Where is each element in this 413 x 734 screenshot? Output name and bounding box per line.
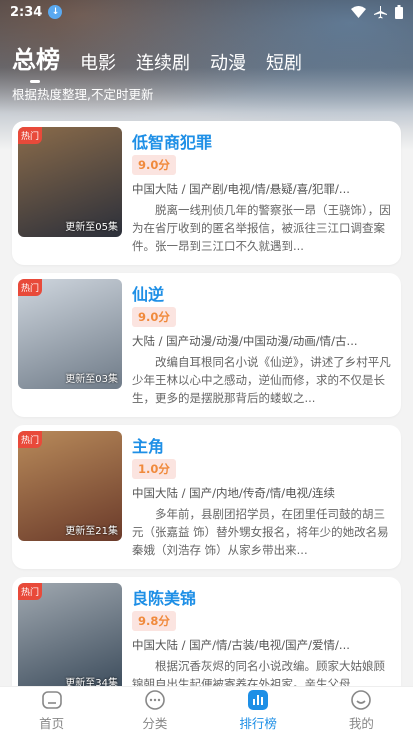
nav-item-0[interactable]: 首页 (0, 687, 103, 734)
battery-icon (395, 5, 403, 19)
home-icon (41, 689, 63, 711)
tab-0[interactable]: 总榜 (12, 40, 60, 83)
nav-item-2[interactable]: 排行榜 (207, 687, 310, 734)
item-tags: 中国大陆 / 国产/情/古装/电视/国产/爱情/... (132, 638, 350, 652)
item-info: 主角 1.0分中国大陆 / 国产/内地/传奇/情/电视/连续多年前，县剧团招学员，… (132, 431, 395, 563)
poster-image[interactable]: 热门更新至21集 (18, 431, 122, 541)
ranking-item[interactable]: 热门 更新至21集 主角 1.0分 中国大陆 / 国产/内地/传奇/情/电视/连续 多年前… (12, 425, 401, 569)
poster-image[interactable]: 热门 更新至34集 (18, 583, 122, 693)
ranking-list: 热门 更新至05集 低智商犯罪 9.0分 中国大陆 / 国产剧/电视/情/悬疑/喜/犯罪… (12, 121, 401, 729)
nav-item-1[interactable]: 分类 (103, 687, 206, 734)
nav-label: 分类 (142, 716, 168, 731)
tab-3[interactable]: 动漫 (210, 49, 246, 75)
episode-label: 更新至05集 (65, 222, 118, 233)
item-title[interactable]: 主角 (132, 433, 395, 456)
episode-label: 更新至03集 (65, 374, 118, 385)
item-description: 脱离一线刑侦几年的警察张一昂（王骁饰），因为在省厅收到的匿名举报信，被派往三江口… (132, 203, 391, 253)
item-description: 改编自耳根同名小说《仙逆》，讲述了乡村平凡少年王林以心中之感动，逆仙而修，求的不… (132, 355, 391, 405)
tab-4[interactable]: 短剧 (266, 49, 302, 75)
category-icon (144, 689, 166, 711)
hot-badge: 热门 (18, 279, 43, 296)
item-info: 低智商犯罪 9.0分中国大陆 / 国产剧/电视/情/悬疑/喜/犯罪/... 脱离一线… (132, 127, 395, 259)
wifi-icon (351, 6, 366, 18)
item-tags: 中国大陆 / 国产/内地/传奇/情/电视/连续 (132, 486, 336, 500)
download-icon: ↓ (48, 5, 63, 19)
ranking-item[interactable]: 热门 更新至05集 低智商犯罪 9.0分 中国大陆 / 国产剧/电视/情/悬疑/喜/犯罪… (12, 121, 401, 265)
poster-image[interactable]: 热门更新至03集 (18, 279, 122, 389)
profile-icon (350, 689, 372, 711)
hot-badge: 热门 (18, 583, 43, 600)
score-badge: 1.0分 (132, 459, 176, 479)
ranking-subtitle: 根据热度整理,不定时更新 (12, 87, 154, 102)
hot-badge: 热门 (18, 127, 43, 144)
ranking-icon (247, 689, 269, 711)
item-title[interactable]: 低智商犯罪 (132, 129, 395, 152)
item-description: 多年前，县剧团招学员，在团里任司鼓的胡三元（张嘉益 饰）替外甥女报名，将年少的她… (132, 507, 389, 557)
tab-2[interactable]: 连续剧 (136, 49, 190, 75)
score-badge: 9.8分 (132, 611, 176, 631)
ranking-item[interactable]: 热门 更新至03集 仙逆 9.0分 大陆 / 国产动漫/动漫/中国动漫/动画/情/古..… (12, 273, 401, 417)
nav-label: 排行榜 (239, 716, 277, 731)
poster-image[interactable]: 热门更新至05集 (18, 127, 122, 237)
item-title[interactable]: 良陈美锦 (132, 585, 395, 608)
nav-label: 首页 (39, 716, 65, 731)
nav-label: 我的 (348, 716, 374, 731)
item-tags: 大陆 / 国产动漫/动漫/中国动漫/动画/情/古... (132, 334, 358, 348)
score-badge: 9.0分 (132, 155, 176, 175)
category-tabs: 总榜 电影 连续剧 动漫 短剧 (12, 40, 302, 83)
bottom-nav: 首页 分类 排行榜 我的 (0, 686, 413, 734)
item-info: 仙逆 9.0分大陆 / 国产动漫/动漫/中国动漫/动画/情/古... 改编自耳根同名… (132, 279, 395, 411)
status-time: 2:34 (10, 4, 43, 20)
tab-1[interactable]: 电影 (80, 49, 116, 75)
nav-item-3[interactable]: 我的 (310, 687, 413, 734)
hot-badge: 热门 (18, 431, 43, 448)
item-title[interactable]: 仙逆 (132, 281, 395, 304)
airplane-icon (374, 5, 387, 18)
status-icons (351, 5, 403, 19)
episode-label: 更新至21集 (65, 526, 118, 537)
status-bar: 2:34 ↓ (0, 0, 413, 24)
score-badge: 9.0分 (132, 307, 176, 327)
item-tags: 中国大陆 / 国产剧/电视/情/悬疑/喜/犯罪/... (132, 182, 350, 196)
